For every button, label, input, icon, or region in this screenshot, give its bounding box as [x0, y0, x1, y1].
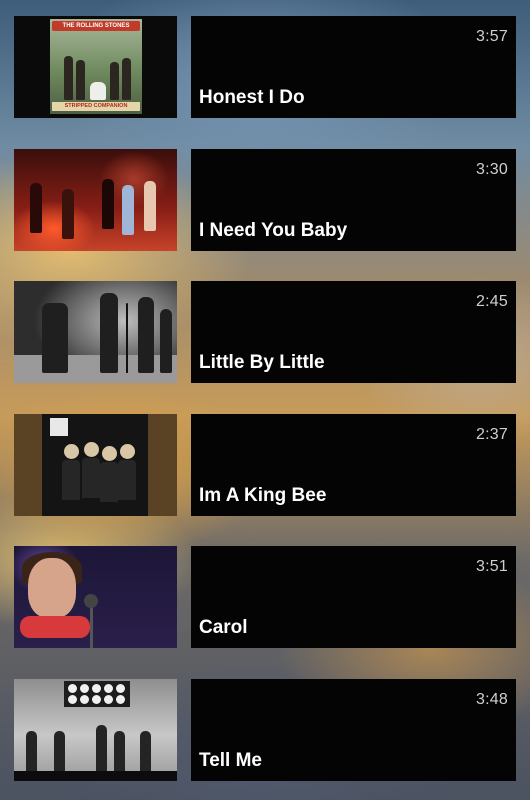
- video-thumbnail[interactable]: [14, 281, 177, 383]
- playlist: THE ROLLING STONES STRIPPED COMPANION 3:…: [0, 0, 530, 800]
- video-duration: 2:37: [476, 426, 508, 443]
- album-cover-art: THE ROLLING STONES STRIPPED COMPANION: [50, 19, 142, 114]
- video-thumbnail[interactable]: [14, 679, 177, 781]
- playlist-item[interactable]: 3:51 Carol: [14, 546, 516, 648]
- playlist-item[interactable]: 2:37 Im A King Bee: [14, 414, 516, 516]
- video-title: Im A King Bee: [199, 485, 327, 506]
- playlist-item[interactable]: 3:30 I Need You Baby: [14, 149, 516, 251]
- video-info-panel[interactable]: 3:57 Honest I Do: [191, 16, 516, 118]
- playlist-item[interactable]: 2:45 Little By Little: [14, 281, 516, 383]
- playlist-item[interactable]: 3:48 Tell Me: [14, 679, 516, 781]
- video-duration: 2:45: [476, 293, 508, 310]
- video-info-panel[interactable]: 3:30 I Need You Baby: [191, 149, 516, 251]
- video-thumbnail[interactable]: [14, 149, 177, 251]
- video-info-panel[interactable]: 3:51 Carol: [191, 546, 516, 648]
- album-cover-art: [42, 414, 148, 516]
- video-title: Honest I Do: [199, 87, 305, 108]
- video-info-panel[interactable]: 3:48 Tell Me: [191, 679, 516, 781]
- video-title: I Need You Baby: [199, 220, 348, 241]
- video-title: Tell Me: [199, 750, 262, 771]
- playlist-item[interactable]: THE ROLLING STONES STRIPPED COMPANION 3:…: [14, 16, 516, 118]
- video-duration: 3:48: [476, 691, 508, 708]
- video-info-panel[interactable]: 2:37 Im A King Bee: [191, 414, 516, 516]
- video-thumbnail[interactable]: THE ROLLING STONES STRIPPED COMPANION: [14, 16, 177, 118]
- video-thumbnail[interactable]: [14, 414, 177, 516]
- video-info-panel[interactable]: 2:45 Little By Little: [191, 281, 516, 383]
- video-title: Little By Little: [199, 352, 325, 373]
- video-duration: 3:57: [476, 28, 508, 45]
- video-duration: 3:30: [476, 161, 508, 178]
- video-thumbnail[interactable]: [14, 546, 177, 648]
- video-title: Carol: [199, 617, 248, 638]
- video-duration: 3:51: [476, 558, 508, 575]
